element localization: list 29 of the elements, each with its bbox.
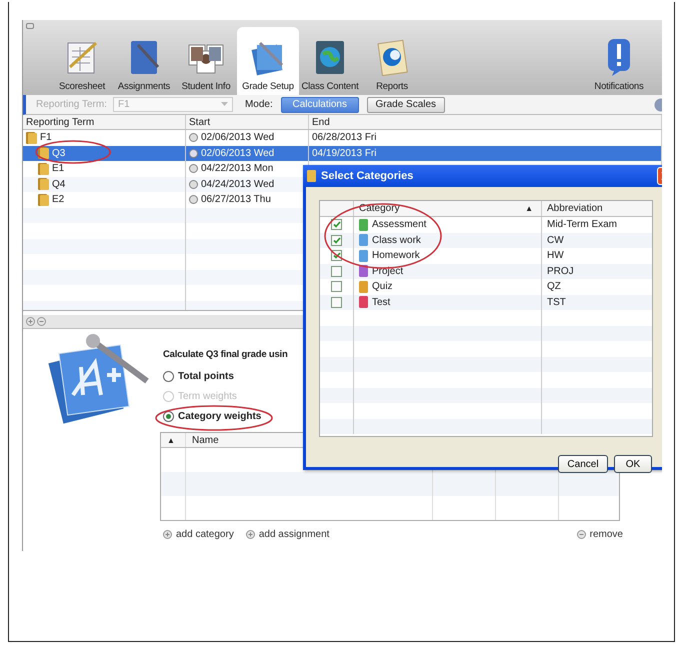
abbreviation: PROJ [547, 266, 574, 277]
abbreviation: CW [547, 234, 564, 246]
abbreviation: TST [547, 296, 566, 308]
term-name: E2 [52, 194, 64, 206]
start-date: 04/22/2013 Mon [201, 163, 274, 174]
reporting-term-label: Reporting Term: [36, 99, 107, 110]
start-date: 06/27/2013 Thu [201, 194, 271, 206]
term-name: E1 [52, 163, 64, 174]
category-name: Homework [372, 250, 420, 262]
dialog-title: Select Categories [321, 170, 414, 182]
abbreviation: HW [547, 250, 564, 262]
mode-label: Mode: [244, 99, 273, 110]
term-name: Q3 [52, 148, 66, 159]
abbreviation: QZ [547, 281, 561, 292]
category-name: Class work [372, 234, 421, 246]
end-date: 04/19/2013 Fri [312, 148, 376, 159]
sort-arrow: ▲ [167, 436, 175, 444]
start-date: 04/24/2013 Wed [201, 178, 274, 190]
start-date: 02/06/2013 Wed [201, 148, 274, 159]
sort-arrow: ▲ [525, 204, 533, 213]
calculation-prompt: Calculate Q3 final grade usin [163, 349, 289, 360]
category-name: Test [372, 296, 390, 308]
end-date: 06/28/2013 Fri [312, 132, 376, 144]
term-name: F1 [40, 132, 52, 144]
start-date: 02/06/2013 Wed [201, 132, 274, 144]
category-name: Quiz [372, 281, 393, 292]
category-name: Assessment [372, 219, 426, 230]
abbreviation: Mid-Term Exam [547, 219, 618, 230]
term-name: Q4 [52, 178, 66, 190]
